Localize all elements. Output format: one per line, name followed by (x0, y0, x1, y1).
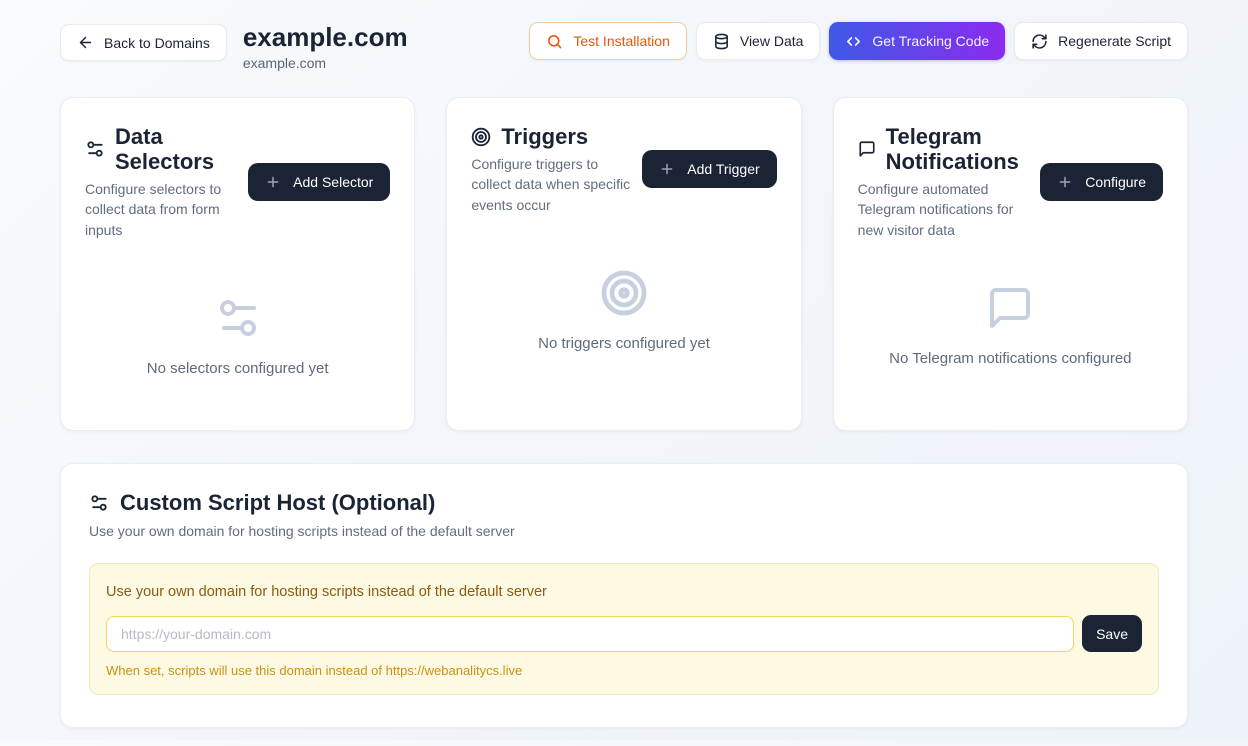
telegram-header: Telegram Notifications Configure automat… (858, 124, 1163, 240)
triggers-empty-text: No triggers configured yet (471, 335, 776, 352)
regenerate-script-button[interactable]: Regenerate Script (1014, 22, 1188, 60)
telegram-description: Configure automated Telegram notificatio… (858, 179, 1033, 240)
domain-title-block: example.com example.com (243, 22, 408, 71)
topbar: Back to Domains example.com example.com … (60, 22, 1188, 71)
target-icon (471, 127, 491, 147)
topbar-left: Back to Domains example.com example.com (60, 22, 408, 71)
data-selectors-description: Configure selectors to collect data from… (85, 179, 240, 240)
triggers-description: Configure triggers to collect data when … (471, 154, 634, 215)
data-selectors-card: Data Selectors Configure selectors to co… (60, 97, 415, 431)
page-subtitle: example.com (243, 55, 408, 71)
arrow-left-icon (77, 34, 94, 51)
telegram-title-row: Telegram Notifications (858, 124, 1033, 174)
back-to-domains-button[interactable]: Back to Domains (60, 24, 227, 61)
sliders-icon (85, 139, 105, 159)
configure-telegram-label: Configure (1085, 174, 1146, 190)
triggers-title-row: Triggers (471, 124, 634, 149)
custom-host-input-row: Save (106, 615, 1142, 652)
target-empty-icon (600, 269, 648, 317)
plus-icon (265, 174, 281, 190)
telegram-card: Telegram Notifications Configure automat… (833, 97, 1188, 431)
data-selectors-title: Data Selectors (115, 124, 240, 174)
database-icon (713, 33, 730, 50)
save-button-label: Save (1096, 626, 1128, 642)
save-button[interactable]: Save (1082, 615, 1142, 652)
custom-script-host-title-row: Custom Script Host (Optional) (89, 490, 1159, 516)
search-icon (546, 33, 563, 50)
refresh-icon (1031, 33, 1048, 50)
telegram-empty-state: No Telegram notifications configured (858, 284, 1163, 367)
message-square-icon (858, 140, 876, 158)
test-installation-button[interactable]: Test Installation (529, 22, 687, 60)
custom-host-input[interactable] (106, 616, 1074, 652)
data-selectors-empty-state: No selectors configured yet (85, 294, 390, 377)
code-icon (845, 33, 862, 50)
triggers-head-left: Triggers Configure triggers to collect d… (471, 124, 634, 215)
sliders-empty-icon (214, 294, 262, 342)
add-trigger-button[interactable]: Add Trigger (642, 150, 776, 188)
test-installation-label: Test Installation (573, 33, 670, 49)
add-selector-button[interactable]: Add Selector (248, 163, 390, 201)
telegram-title: Telegram Notifications (886, 124, 1033, 174)
message-square-empty-icon (986, 284, 1034, 332)
telegram-head-left: Telegram Notifications Configure automat… (858, 124, 1033, 240)
page-title: example.com (243, 22, 408, 52)
telegram-empty-text: No Telegram notifications configured (858, 350, 1163, 367)
view-data-button[interactable]: View Data (696, 22, 821, 60)
regenerate-script-label: Regenerate Script (1058, 33, 1171, 49)
triggers-empty-state: No triggers configured yet (471, 269, 776, 352)
triggers-header: Triggers Configure triggers to collect d… (471, 124, 776, 215)
custom-script-host-subtitle: Use your own domain for hosting scripts … (89, 523, 1159, 539)
plus-icon (659, 161, 675, 177)
data-selectors-title-row: Data Selectors (85, 124, 240, 174)
custom-host-panel-label: Use your own domain for hosting scripts … (106, 584, 1142, 600)
custom-host-panel: Use your own domain for hosting scripts … (89, 563, 1159, 695)
back-button-label: Back to Domains (104, 35, 210, 51)
plus-icon (1057, 174, 1073, 190)
data-selectors-empty-text: No selectors configured yet (85, 360, 390, 377)
triggers-title: Triggers (501, 124, 588, 149)
custom-host-note: When set, scripts will use this domain i… (106, 663, 1142, 678)
triggers-card: Triggers Configure triggers to collect d… (446, 97, 801, 431)
custom-script-host-card: Custom Script Host (Optional) Use your o… (60, 463, 1188, 728)
topbar-actions: Test Installation View Data Get Tracking… (529, 22, 1188, 60)
view-data-label: View Data (740, 33, 804, 49)
add-trigger-label: Add Trigger (687, 161, 759, 177)
data-selectors-header: Data Selectors Configure selectors to co… (85, 124, 390, 240)
feature-cards: Data Selectors Configure selectors to co… (60, 97, 1188, 431)
get-tracking-code-label: Get Tracking Code (872, 33, 989, 49)
configure-telegram-button[interactable]: Configure (1040, 163, 1163, 201)
sliders-icon (89, 493, 109, 513)
custom-script-host-title: Custom Script Host (Optional) (120, 490, 435, 516)
domain-settings-page: Back to Domains example.com example.com … (0, 0, 1248, 746)
get-tracking-code-button[interactable]: Get Tracking Code (829, 22, 1005, 60)
add-selector-label: Add Selector (293, 174, 373, 190)
data-selectors-head-left: Data Selectors Configure selectors to co… (85, 124, 240, 240)
